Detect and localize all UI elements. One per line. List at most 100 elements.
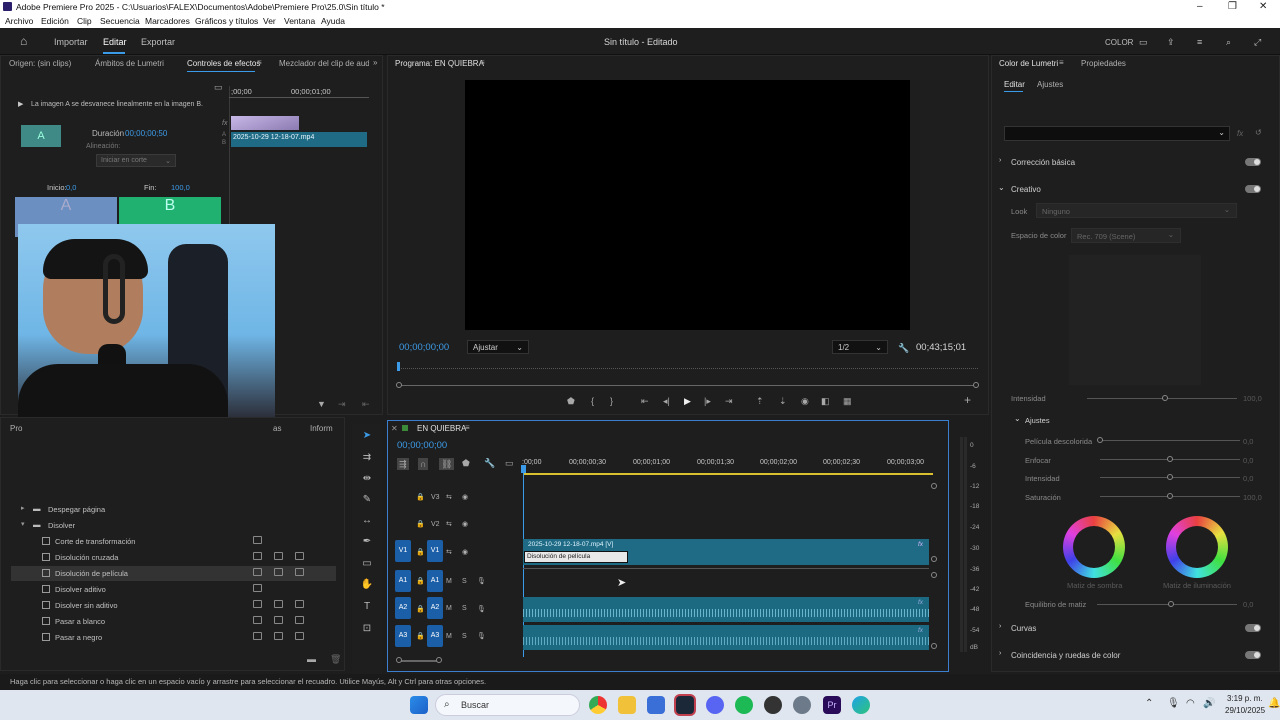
- tab-effects-partial[interactable]: as: [273, 424, 281, 433]
- ripple-edit-icon[interactable]: ⇹: [358, 473, 376, 489]
- ec-panel-icon[interactable]: ▭: [214, 82, 223, 92]
- tab-project[interactable]: Pro: [10, 424, 22, 433]
- hscroll-handle-right[interactable]: [436, 657, 442, 663]
- track-target-a2[interactable]: A2: [427, 597, 443, 619]
- start-value[interactable]: 0,0: [66, 183, 76, 192]
- lock-icon[interactable]: 🔒: [416, 493, 425, 501]
- intensity-value[interactable]: 100,0: [1243, 394, 1262, 403]
- spotify-icon[interactable]: [735, 696, 753, 714]
- adjustment-slider-track[interactable]: [1100, 440, 1240, 441]
- tab-lumetri-scopes[interactable]: Ámbitos de Lumetri: [95, 59, 164, 68]
- filter-icon[interactable]: ▼: [317, 399, 326, 409]
- lock-icon[interactable]: 🔒: [416, 632, 425, 640]
- adjustment-slider-value[interactable]: 0,0: [1243, 437, 1253, 446]
- lift-icon[interactable]: ⇡: [756, 396, 764, 406]
- panel-menu-icon[interactable]: ≡: [257, 58, 262, 67]
- fit-select[interactable]: Ajustar ⌄: [467, 340, 529, 354]
- workspaces-icon[interactable]: ≡: [1197, 37, 1202, 47]
- notification-icon[interactable]: 🔔: [1268, 698, 1280, 709]
- sync-icon[interactable]: ⇆: [446, 548, 452, 556]
- timeline-close-icon[interactable]: ✕: [391, 424, 398, 433]
- sync-icon[interactable]: ⇆: [446, 520, 452, 528]
- reset-icon[interactable]: ↺: [1255, 128, 1262, 137]
- discord-icon[interactable]: [706, 696, 724, 714]
- section-creative[interactable]: ⌄ Creativo: [995, 182, 1265, 202]
- adjustment-slider-value[interactable]: 0,0: [1243, 474, 1253, 483]
- trash-icon[interactable]: 🗑: [330, 654, 341, 664]
- share-icon[interactable]: ⇪: [1167, 37, 1175, 48]
- track-target-a3[interactable]: A3: [427, 625, 443, 647]
- end-value[interactable]: 100,0: [171, 183, 190, 192]
- search-icon[interactable]: ⌕: [1226, 37, 1231, 48]
- lock-icon[interactable]: 🔒: [416, 605, 425, 613]
- effect-item[interactable]: Pasar a negro: [11, 630, 336, 645]
- mark-in-icon[interactable]: {: [591, 396, 594, 406]
- premiere-taskbar-icon[interactable]: Pr: [823, 696, 841, 714]
- audio-clip-a2[interactable]: fx: [523, 597, 929, 622]
- voiceover-mic-icon[interactable]: 🎙: [477, 577, 486, 585]
- eye-icon[interactable]: ◉: [462, 548, 468, 556]
- intensity-knob[interactable]: [1162, 395, 1168, 401]
- tab-effect-controls[interactable]: Controles de efectos: [187, 59, 260, 68]
- extract-icon[interactable]: ⇣: [779, 396, 787, 406]
- colorspace-select[interactable]: Rec. 709 (Scene) ⌄: [1071, 228, 1181, 243]
- go-to-out-icon[interactable]: ⇥: [725, 396, 733, 406]
- program-menu-icon[interactable]: ≡: [480, 58, 485, 67]
- type-tool-icon[interactable]: T: [358, 601, 376, 617]
- mark-out-icon[interactable]: }: [610, 396, 613, 406]
- ec-clip-block[interactable]: 2025-10-29 12-18-07.mp4: [231, 132, 367, 147]
- source-patch-v1[interactable]: V1: [395, 540, 411, 562]
- creative-toggle[interactable]: [1245, 185, 1261, 193]
- track-target-v1[interactable]: V1: [427, 540, 443, 562]
- vscroll-handle[interactable]: [931, 483, 937, 489]
- lumetri-fx-icon[interactable]: fx: [1237, 129, 1243, 138]
- panel-layout-icon[interactable]: ▭: [1139, 37, 1148, 48]
- work-area-bar[interactable]: [523, 473, 933, 475]
- resolution-select[interactable]: 1/2 ⌄: [832, 340, 888, 354]
- captions-icon[interactable]: ▭: [505, 458, 514, 468]
- maximize-icon[interactable]: ❐: [1228, 1, 1237, 12]
- section-curves[interactable]: › Curvas: [995, 621, 1265, 641]
- insert-nest-icon[interactable]: ⇶: [397, 458, 409, 470]
- tab-audio-clip-mixer[interactable]: Mezclador del clip de audio: [279, 59, 369, 68]
- tab-info[interactable]: Inform: [310, 424, 333, 433]
- hand-icon[interactable]: ✋: [358, 579, 376, 595]
- nav-editar[interactable]: Editar: [103, 37, 127, 47]
- add-button-icon[interactable]: +: [964, 394, 971, 406]
- adjustment-slider-knob[interactable]: [1097, 437, 1103, 443]
- menu-graficos[interactable]: Gráficos y títulos: [195, 16, 258, 26]
- program-ruler[interactable]: [398, 368, 978, 371]
- workspace-color[interactable]: COLOR: [1105, 38, 1133, 47]
- subtab-editar[interactable]: Editar: [1004, 80, 1025, 89]
- minimize-icon[interactable]: –: [1197, 1, 1203, 12]
- start-icon[interactable]: [410, 696, 428, 714]
- hue-balance-value[interactable]: 0,0: [1243, 600, 1253, 609]
- effect-item[interactable]: Disolver sin aditivo: [11, 598, 336, 613]
- alignment-select[interactable]: Iniciar en corte ⌄: [96, 154, 176, 167]
- effect-item[interactable]: Corte de transformación: [11, 534, 336, 549]
- timeline-timecode[interactable]: 00;00;00;00: [397, 440, 447, 451]
- timeline-settings-icon[interactable]: 🔧: [484, 458, 495, 468]
- program-video-frame[interactable]: [465, 80, 910, 330]
- eye-icon[interactable]: ◉: [462, 520, 468, 528]
- voiceover-mic-icon[interactable]: 🎙: [477, 632, 486, 640]
- selection-tool-icon[interactable]: ➤: [358, 430, 376, 446]
- highlight-tint-wheel[interactable]: [1166, 516, 1228, 578]
- slip-icon[interactable]: ↔: [358, 515, 376, 531]
- menu-ayuda[interactable]: Ayuda: [321, 16, 345, 26]
- new-bin-icon[interactable]: ▬: [307, 654, 316, 664]
- close-icon[interactable]: ✕: [1259, 1, 1267, 12]
- go-to-in-icon[interactable]: ⇤: [641, 396, 649, 406]
- hscroll-handle-left[interactable]: [396, 657, 402, 663]
- curves-toggle[interactable]: [1245, 624, 1261, 632]
- effect-item[interactable]: Disolver aditivo: [11, 582, 336, 597]
- subtab-ajustes[interactable]: Ajustes: [1037, 80, 1063, 89]
- eye-icon[interactable]: ◉: [462, 493, 468, 501]
- program-tab[interactable]: Programa: EN QUIEBRA: [395, 59, 484, 68]
- menu-clip[interactable]: Clip: [77, 16, 92, 26]
- step-back-icon[interactable]: ◂|: [663, 396, 670, 406]
- menu-edicion[interactable]: Edición: [41, 16, 69, 26]
- adjustment-slider-knob[interactable]: [1167, 493, 1173, 499]
- program-timecode[interactable]: 00;00;00;00: [399, 342, 449, 353]
- chrome-icon[interactable]: [589, 696, 607, 714]
